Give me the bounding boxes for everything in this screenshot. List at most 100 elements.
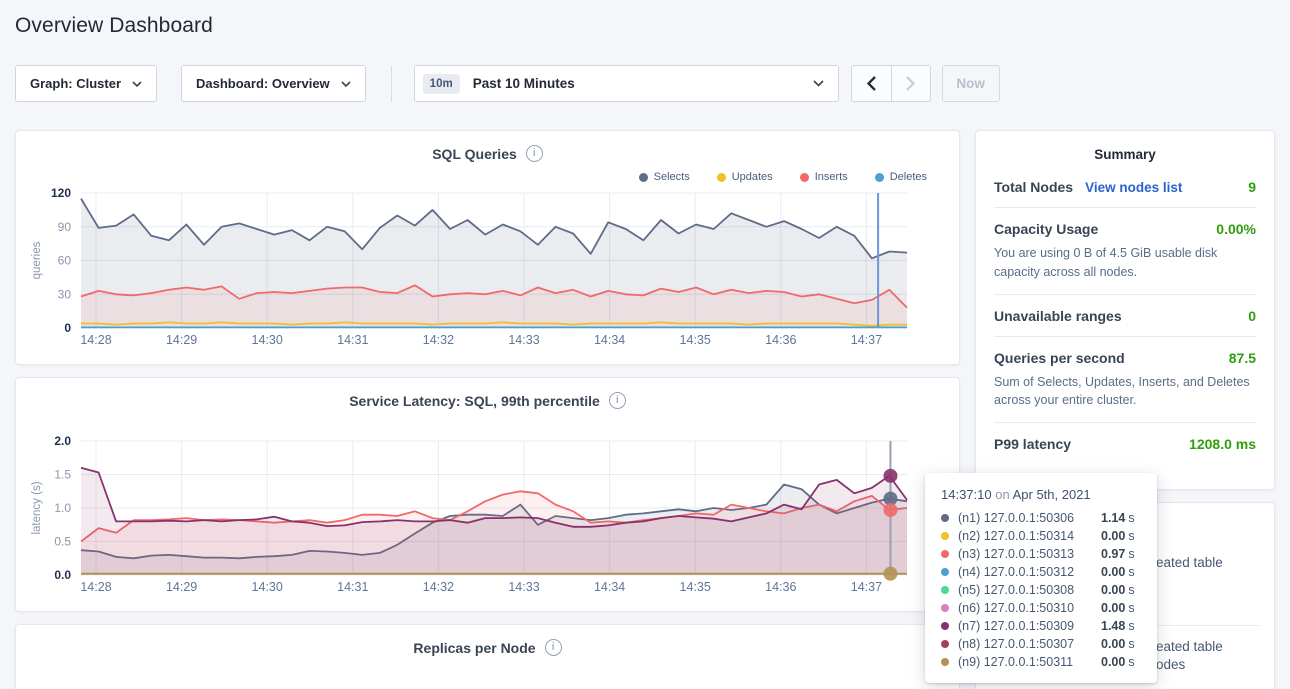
svg-text:2.0: 2.0: [54, 435, 71, 448]
chevron-left-icon: [867, 76, 876, 91]
legend-label: Updates: [732, 171, 773, 183]
time-range-label: Past 10 Minutes: [473, 76, 575, 91]
svg-text:14:28: 14:28: [80, 580, 111, 594]
legend-item[interactable]: Deletes: [875, 170, 927, 184]
tooltip-node-row: (n6) 127.0.0.1:503100.00s: [941, 599, 1143, 617]
series-dot: [800, 173, 809, 182]
series-dot: [941, 640, 949, 648]
series-dot: [941, 622, 949, 630]
svg-text:0.5: 0.5: [54, 535, 71, 549]
svg-text:14:32: 14:32: [423, 333, 454, 347]
event-item[interactable]: eated table: [1156, 555, 1223, 570]
summary-row-qps: Queries per second 87.5 Sum of Selects, …: [994, 337, 1256, 424]
tooltip-node-row: (n1) 127.0.0.1:503061.14s: [941, 509, 1143, 527]
chart-title: SQL Queries: [432, 146, 517, 162]
view-nodes-list-link[interactable]: View nodes list: [1085, 180, 1182, 195]
tooltip-node-row: (n9) 127.0.0.1:503110.00s: [941, 653, 1143, 671]
series-dot: [941, 532, 949, 540]
svg-text:14:29: 14:29: [166, 580, 197, 594]
legend-item[interactable]: Inserts: [800, 170, 848, 184]
svg-text:14:32: 14:32: [423, 580, 454, 594]
page-title: Overview Dashboard: [15, 14, 1290, 38]
chart-hover-tooltip: 14:37:10 on Apr 5th, 2021 (n1) 127.0.0.1…: [925, 473, 1157, 683]
svg-text:14:35: 14:35: [680, 333, 711, 347]
tooltip-node-row: (n8) 127.0.0.1:503070.00s: [941, 635, 1143, 653]
toolbar: Graph: Cluster Dashboard: Overview 10m P…: [15, 65, 1275, 102]
svg-text:14:31: 14:31: [337, 333, 368, 347]
tooltip-timestamp: 14:37:10 on Apr 5th, 2021: [941, 487, 1143, 502]
chevron-down-icon: [132, 81, 142, 87]
time-step-buttons: [851, 65, 931, 102]
tooltip-node-row: (n3) 127.0.0.1:503130.97s: [941, 545, 1143, 563]
svg-text:14:34: 14:34: [594, 580, 625, 594]
sql-queries-card: SQL Queries i Selects Updates Inserts Delet…: [15, 130, 960, 365]
info-icon[interactable]: i: [609, 392, 626, 409]
summary-description: Sum of Selects, Updates, Inserts, and De…: [994, 373, 1256, 411]
summary-value: 87.5: [1229, 350, 1256, 366]
series-dot: [941, 658, 949, 666]
chevron-right-icon: [906, 76, 915, 91]
summary-value: 0: [1248, 308, 1256, 324]
summary-label: P99 latency: [994, 436, 1071, 452]
svg-text:latency (s): latency (s): [31, 481, 43, 534]
svg-text:120: 120: [51, 186, 71, 200]
service-latency-chart[interactable]: 0.00.51.01.52.014:2814:2914:3014:3114:32…: [16, 435, 959, 600]
series-dot: [941, 550, 949, 558]
info-icon[interactable]: i: [545, 639, 562, 656]
svg-text:0: 0: [64, 321, 71, 335]
graph-dropdown-label: Graph: Cluster: [30, 76, 121, 91]
series-dot: [941, 568, 949, 576]
summary-row-p99-latency: P99 latency 1208.0 ms: [994, 423, 1256, 464]
summary-description: You are using 0 B of 4.5 GiB usable disk…: [994, 244, 1256, 282]
charts-column: SQL Queries i Selects Updates Inserts Delet…: [15, 130, 960, 689]
time-back-button[interactable]: [852, 66, 891, 101]
chevron-down-icon: [813, 80, 824, 87]
replicas-per-node-card: Replicas per Node i: [15, 624, 960, 689]
chart-header: SQL Queries i: [16, 131, 959, 162]
chart-title: Replicas per Node: [413, 640, 535, 656]
time-range-badge: 10m: [423, 74, 460, 94]
chart-legend: Selects Updates Inserts Deletes: [16, 162, 959, 184]
time-forward-button[interactable]: [891, 66, 930, 101]
summary-panel: Summary Total Nodes View nodes list 9 Ca…: [975, 130, 1275, 490]
legend-label: Inserts: [815, 171, 848, 183]
summary-row-total-nodes: Total Nodes View nodes list 9: [994, 166, 1256, 208]
summary-label: Total Nodes: [994, 179, 1073, 195]
series-dot: [875, 173, 884, 182]
summary-value: 0.00%: [1216, 221, 1256, 237]
chart-header: Replicas per Node i: [16, 625, 959, 656]
series-dot: [717, 173, 726, 182]
time-range-dropdown[interactable]: 10m Past 10 Minutes: [414, 65, 839, 102]
now-button[interactable]: Now: [942, 65, 1000, 102]
legend-label: Selects: [654, 171, 690, 183]
summary-label: Queries per second: [994, 350, 1125, 366]
series-dot: [639, 173, 648, 182]
legend-item[interactable]: Selects: [639, 170, 690, 184]
chart-header: Service Latency: SQL, 99th percentile i: [16, 378, 959, 409]
series-dot: [941, 604, 949, 612]
svg-text:14:28: 14:28: [80, 333, 111, 347]
svg-text:14:30: 14:30: [252, 333, 283, 347]
dashboard-dropdown[interactable]: Dashboard: Overview: [181, 65, 366, 102]
graph-dropdown[interactable]: Graph: Cluster: [15, 65, 157, 102]
event-item[interactable]: eated table: [1156, 639, 1223, 654]
dashboard-dropdown-label: Dashboard: Overview: [196, 76, 330, 91]
tooltip-node-row: (n7) 127.0.0.1:503091.48s: [941, 617, 1143, 635]
event-item[interactable]: odes: [1156, 657, 1185, 672]
svg-text:30: 30: [58, 287, 72, 301]
svg-text:1.5: 1.5: [54, 468, 71, 482]
sql-queries-chart[interactable]: 030609012014:2814:2914:3014:3114:3214:33…: [16, 184, 959, 354]
tooltip-node-row: (n2) 127.0.0.1:503140.00s: [941, 527, 1143, 545]
legend-label: Deletes: [890, 171, 927, 183]
svg-text:14:29: 14:29: [166, 333, 197, 347]
svg-text:queries: queries: [31, 241, 43, 279]
series-dot: [941, 514, 949, 522]
svg-text:60: 60: [58, 254, 72, 268]
info-icon[interactable]: i: [526, 145, 543, 162]
svg-text:14:36: 14:36: [765, 580, 796, 594]
tooltip-node-row: (n4) 127.0.0.1:503120.00s: [941, 563, 1143, 581]
overview-dashboard-page: Overview Dashboard Graph: Cluster Dashbo…: [0, 0, 1290, 689]
chevron-down-icon: [341, 81, 351, 87]
summary-label: Capacity Usage: [994, 221, 1098, 237]
legend-item[interactable]: Updates: [717, 170, 773, 184]
